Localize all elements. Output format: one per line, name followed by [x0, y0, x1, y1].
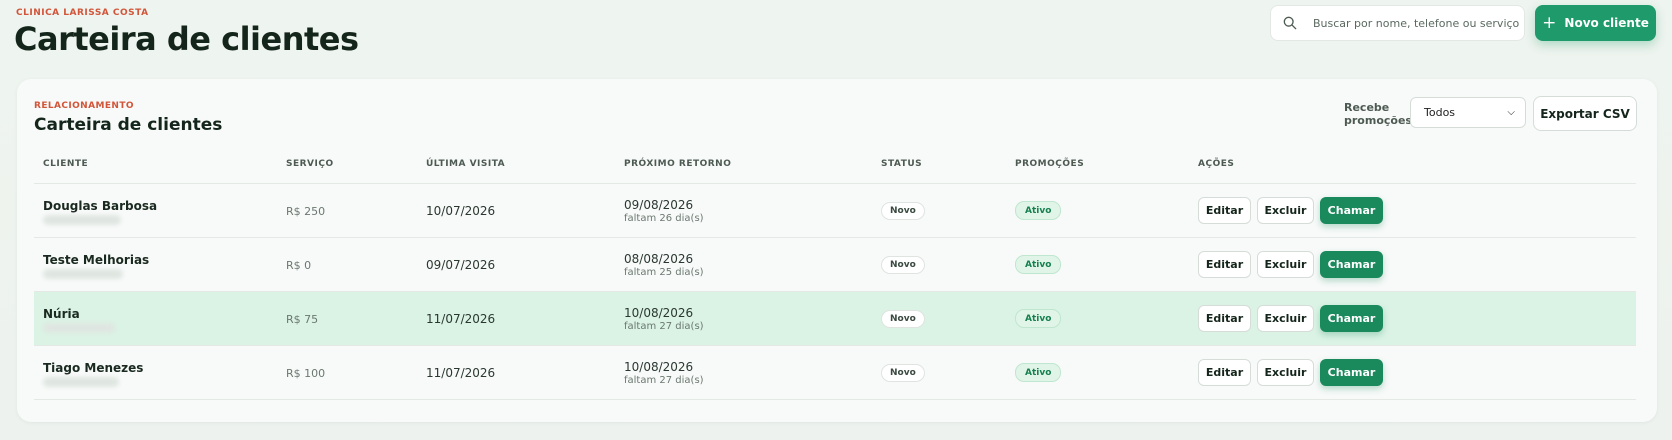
- client-service: R$ 100: [286, 367, 326, 380]
- delete-button[interactable]: Excluir: [1257, 359, 1314, 386]
- delete-button[interactable]: Excluir: [1257, 305, 1314, 332]
- delete-button[interactable]: Excluir: [1257, 251, 1314, 278]
- last-visit: 11/07/2026: [426, 366, 496, 380]
- client-service: R$ 0: [286, 259, 312, 272]
- redacted-phone: [43, 323, 115, 333]
- new-client-button[interactable]: + Novo cliente: [1535, 5, 1656, 41]
- status-badge: Novo: [881, 202, 925, 220]
- page-title: Carteira de clientes: [14, 20, 359, 58]
- next-return: 09/08/2026: [624, 198, 694, 212]
- clinic-name: CLINICA LARISSA COSTA: [16, 8, 149, 18]
- card-eyebrow: RELACIONAMENTO: [34, 101, 134, 111]
- client-name: Núria: [43, 307, 80, 321]
- clients-table: CLIENTE SERVIÇO ÚLTIMA VISITA PRÓXIMO RE…: [34, 143, 1636, 400]
- promo-filter-select[interactable]: Todos ⌵: [1410, 97, 1526, 128]
- col-ultima-visita: ÚLTIMA VISITA: [426, 159, 506, 169]
- search-input[interactable]: [1313, 16, 1523, 30]
- card-title: Carteira de clientes: [34, 115, 223, 135]
- last-visit: 10/07/2026: [426, 204, 496, 218]
- promo-badge: Ativo: [1015, 201, 1062, 220]
- plus-icon: +: [1542, 12, 1557, 33]
- next-return: 10/08/2026: [624, 306, 694, 320]
- new-client-label: Novo cliente: [1564, 16, 1649, 30]
- col-promocoes: PROMOÇÕES: [1015, 159, 1085, 169]
- search-box[interactable]: [1270, 5, 1525, 41]
- table-row[interactable]: Teste Melhorias R$ 0 09/07/2026 08/08/20…: [34, 238, 1636, 292]
- days-remaining: faltam 26 dia(s): [624, 213, 704, 224]
- delete-button[interactable]: Excluir: [1257, 197, 1314, 224]
- table-row[interactable]: Douglas Barbosa R$ 250 10/07/2026 09/08/…: [34, 184, 1636, 238]
- promo-badge: Ativo: [1015, 363, 1062, 382]
- client-name: Teste Melhorias: [43, 253, 150, 267]
- table-row[interactable]: Núria R$ 75 11/07/2026 10/08/2026 faltam…: [34, 292, 1636, 346]
- edit-button[interactable]: Editar: [1198, 197, 1251, 224]
- client-service: R$ 250: [286, 205, 326, 218]
- col-proximo-retorno: PRÓXIMO RETORNO: [624, 159, 732, 169]
- client-service: R$ 75: [286, 313, 319, 326]
- call-button[interactable]: Chamar: [1320, 359, 1383, 386]
- promo-filter-value: Todos: [1424, 106, 1456, 119]
- next-return: 10/08/2026: [624, 360, 694, 374]
- col-cliente: CLIENTE: [43, 159, 89, 169]
- call-button[interactable]: Chamar: [1320, 197, 1383, 224]
- clients-card: RELACIONAMENTO Carteira de clientes Rece…: [17, 79, 1657, 422]
- days-remaining: faltam 27 dia(s): [624, 321, 704, 332]
- client-name: Tiago Menezes: [43, 361, 144, 375]
- col-acoes: AÇÕES: [1198, 159, 1235, 169]
- search-icon: [1283, 16, 1297, 30]
- promo-badge: Ativo: [1015, 255, 1062, 274]
- redacted-phone: [43, 269, 123, 279]
- table-header: CLIENTE SERVIÇO ÚLTIMA VISITA PRÓXIMO RE…: [34, 143, 1636, 184]
- edit-button[interactable]: Editar: [1198, 305, 1251, 332]
- promo-badge: Ativo: [1015, 309, 1062, 328]
- status-badge: Novo: [881, 310, 925, 328]
- chevron-down-icon: ⌵: [1507, 107, 1515, 118]
- edit-button[interactable]: Editar: [1198, 359, 1251, 386]
- days-remaining: faltam 27 dia(s): [624, 375, 704, 386]
- col-servico: SERVIÇO: [286, 159, 334, 169]
- redacted-phone: [43, 377, 119, 387]
- edit-button[interactable]: Editar: [1198, 251, 1251, 278]
- export-csv-button[interactable]: Exportar CSV: [1533, 96, 1637, 131]
- last-visit: 09/07/2026: [426, 258, 496, 272]
- promo-filter-label: Recebe promoções: [1344, 101, 1412, 127]
- redacted-phone: [43, 215, 121, 225]
- table-row[interactable]: Tiago Menezes R$ 100 11/07/2026 10/08/20…: [34, 346, 1636, 400]
- call-button[interactable]: Chamar: [1320, 251, 1383, 278]
- last-visit: 11/07/2026: [426, 312, 496, 326]
- status-badge: Novo: [881, 364, 925, 382]
- client-name: Douglas Barbosa: [43, 199, 158, 213]
- col-status: STATUS: [881, 159, 923, 169]
- next-return: 08/08/2026: [624, 252, 694, 266]
- call-button[interactable]: Chamar: [1320, 305, 1383, 332]
- days-remaining: faltam 25 dia(s): [624, 267, 704, 278]
- status-badge: Novo: [881, 256, 925, 274]
